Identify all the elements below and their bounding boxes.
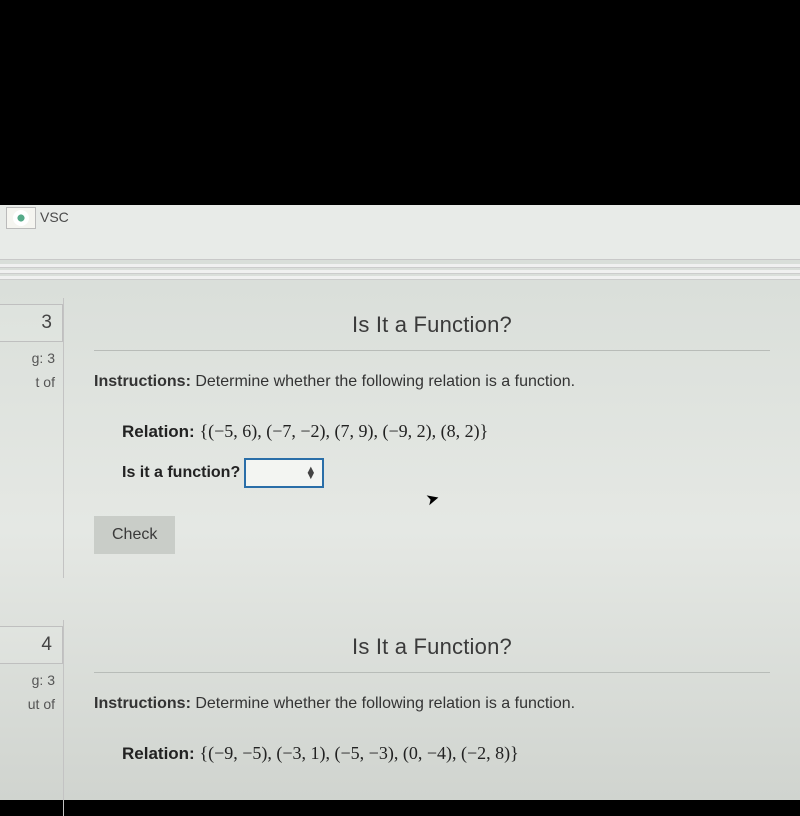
relation-label: Relation: <box>122 744 195 763</box>
paper-stack <box>0 260 800 280</box>
divider <box>94 350 770 351</box>
chevron-updown-icon: ▲▼ <box>305 467 316 479</box>
question-sidebar: 3 g: 3 t of <box>0 298 63 390</box>
answer-dropdown[interactable]: ▲▼ <box>244 458 324 488</box>
question-meta-2: t of <box>0 374 63 390</box>
question-meta-1: g: 3 <box>0 350 63 366</box>
recycle-icon <box>13 210 29 226</box>
browser-toolbar: VSC <box>0 205 800 260</box>
instructions-label: Instructions: <box>94 373 191 390</box>
instructions-body: Determine whether the following relation… <box>195 373 575 390</box>
relation-value: {(−5, 6), (−7, −2), (7, 9), (−9, 2), (8,… <box>199 421 488 441</box>
question-meta-2: ut of <box>0 696 63 712</box>
question-number-box[interactable]: 4 <box>0 626 63 664</box>
problem-block: Relation: {(−5, 6), (−7, −2), (7, 9), (−… <box>122 421 770 488</box>
question-number: 3 <box>41 312 52 334</box>
mouse-cursor-icon: ➤ <box>424 488 442 511</box>
check-button[interactable]: Check <box>94 516 175 554</box>
question-card: Is It a Function? Instructions: Determin… <box>63 620 800 816</box>
instructions-text: Instructions: Determine whether the foll… <box>94 373 770 391</box>
prompt-label: Is it a function? <box>122 464 240 482</box>
instructions-body: Determine whether the following relation… <box>195 695 575 712</box>
question-number: 4 <box>41 634 52 656</box>
prompt-line: Is it a function? ▲▼ <box>122 458 770 488</box>
question-row-4: 4 g: 3 ut of Is It a Function? Instructi… <box>0 620 800 816</box>
question-sidebar: 4 g: 3 ut of <box>0 620 63 712</box>
card-title: Is It a Function? <box>94 312 770 338</box>
divider <box>94 672 770 673</box>
toolbar-label: VSC <box>40 209 69 225</box>
question-number-box[interactable]: 3 <box>0 304 63 342</box>
instructions-label: Instructions: <box>94 695 191 712</box>
problem-block: Relation: {(−9, −5), (−3, 1), (−5, −3), … <box>122 743 770 764</box>
question-meta-1: g: 3 <box>0 672 63 688</box>
relation-line: Relation: {(−5, 6), (−7, −2), (7, 9), (−… <box>122 421 770 442</box>
question-row-3: 3 g: 3 t of Is It a Function? Instructio… <box>0 298 800 578</box>
relation-line: Relation: {(−9, −5), (−3, 1), (−5, −3), … <box>122 743 770 764</box>
instructions-text: Instructions: Determine whether the foll… <box>94 695 770 713</box>
toolbar-button[interactable] <box>6 207 36 229</box>
relation-value: {(−9, −5), (−3, 1), (−5, −3), (0, −4), (… <box>199 743 518 763</box>
black-letterbox-top <box>0 0 800 205</box>
question-card: Is It a Function? Instructions: Determin… <box>63 298 800 578</box>
page-background: 3 g: 3 t of Is It a Function? Instructio… <box>0 260 800 800</box>
card-title: Is It a Function? <box>94 634 770 660</box>
relation-label: Relation: <box>122 422 195 441</box>
